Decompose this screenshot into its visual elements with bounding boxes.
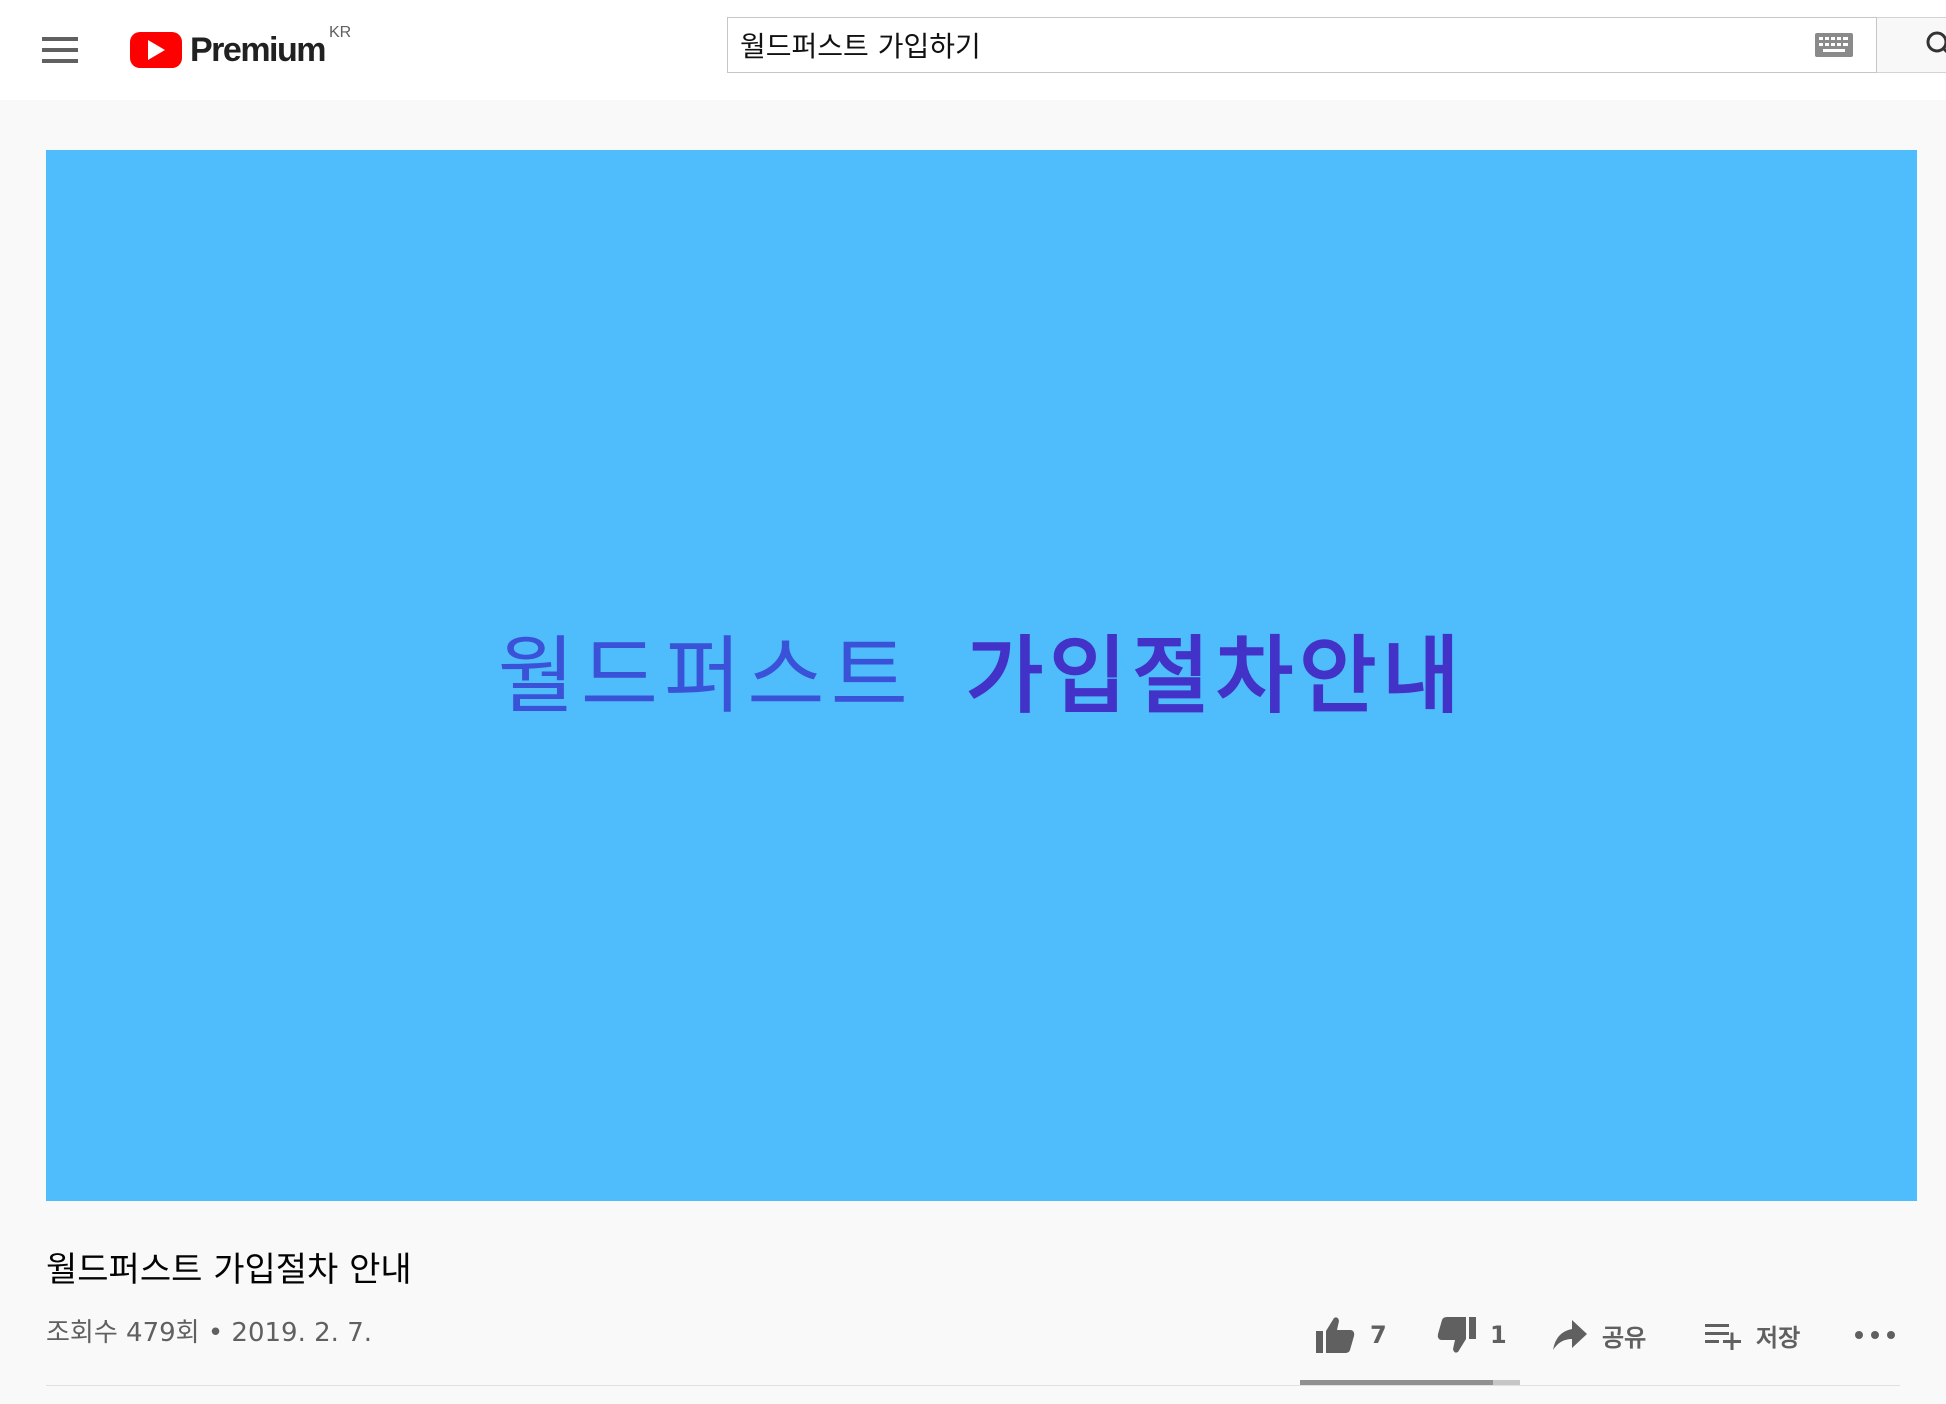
search-icon: [1926, 31, 1946, 54]
save-button[interactable]: 저장: [1704, 1310, 1800, 1360]
search-box: [727, 17, 1877, 73]
logo-wordmark: Premium: [190, 30, 327, 69]
masthead: Premium KR: [0, 0, 1946, 100]
thumbs-down-icon: [1437, 1317, 1476, 1353]
like-button[interactable]: 7: [1316, 1310, 1387, 1360]
dislike-button[interactable]: 1: [1436, 1310, 1507, 1360]
hamburger-icon: [42, 37, 78, 41]
video-title: 월드퍼스트 가입절차 안내: [46, 1250, 412, 1290]
youtube-premium-logo[interactable]: Premium KR: [130, 22, 351, 78]
keyboard-icon[interactable]: [1814, 32, 1854, 58]
guide-menu-button[interactable]: [36, 26, 84, 74]
hamburger-icon-line: [42, 48, 78, 52]
logo-region-code: KR: [329, 24, 352, 41]
video-player[interactable]: 월드퍼스트 가입절차안내: [46, 150, 1917, 1201]
frame-caption-brand: 월드퍼스트: [497, 627, 914, 725]
share-button[interactable]: 공유: [1552, 1310, 1646, 1360]
search-button[interactable]: [1877, 17, 1946, 73]
dislike-count: 1: [1490, 1321, 1507, 1349]
hamburger-icon-line: [42, 59, 78, 63]
frame-caption-guide: 가입절차안내: [965, 627, 1466, 725]
section-divider: [46, 1385, 1900, 1386]
thumbs-up-icon: [1316, 1317, 1355, 1353]
view-count-and-date: 조회수 479회 • 2019. 2. 7.: [46, 1318, 373, 1348]
save-label: 저장: [1756, 1323, 1801, 1352]
video-frame-caption: 월드퍼스트 가입절차안내: [46, 144, 1917, 1195]
more-horizontal-icon: [1855, 1331, 1895, 1339]
share-label: 공유: [1602, 1323, 1647, 1352]
like-count: 7: [1370, 1321, 1387, 1349]
playlist-add-icon: [1705, 1324, 1741, 1350]
search-input[interactable]: [728, 18, 1814, 72]
more-actions-button[interactable]: [1854, 1310, 1896, 1360]
youtube-play-icon: [130, 32, 182, 68]
share-icon: [1553, 1320, 1587, 1350]
